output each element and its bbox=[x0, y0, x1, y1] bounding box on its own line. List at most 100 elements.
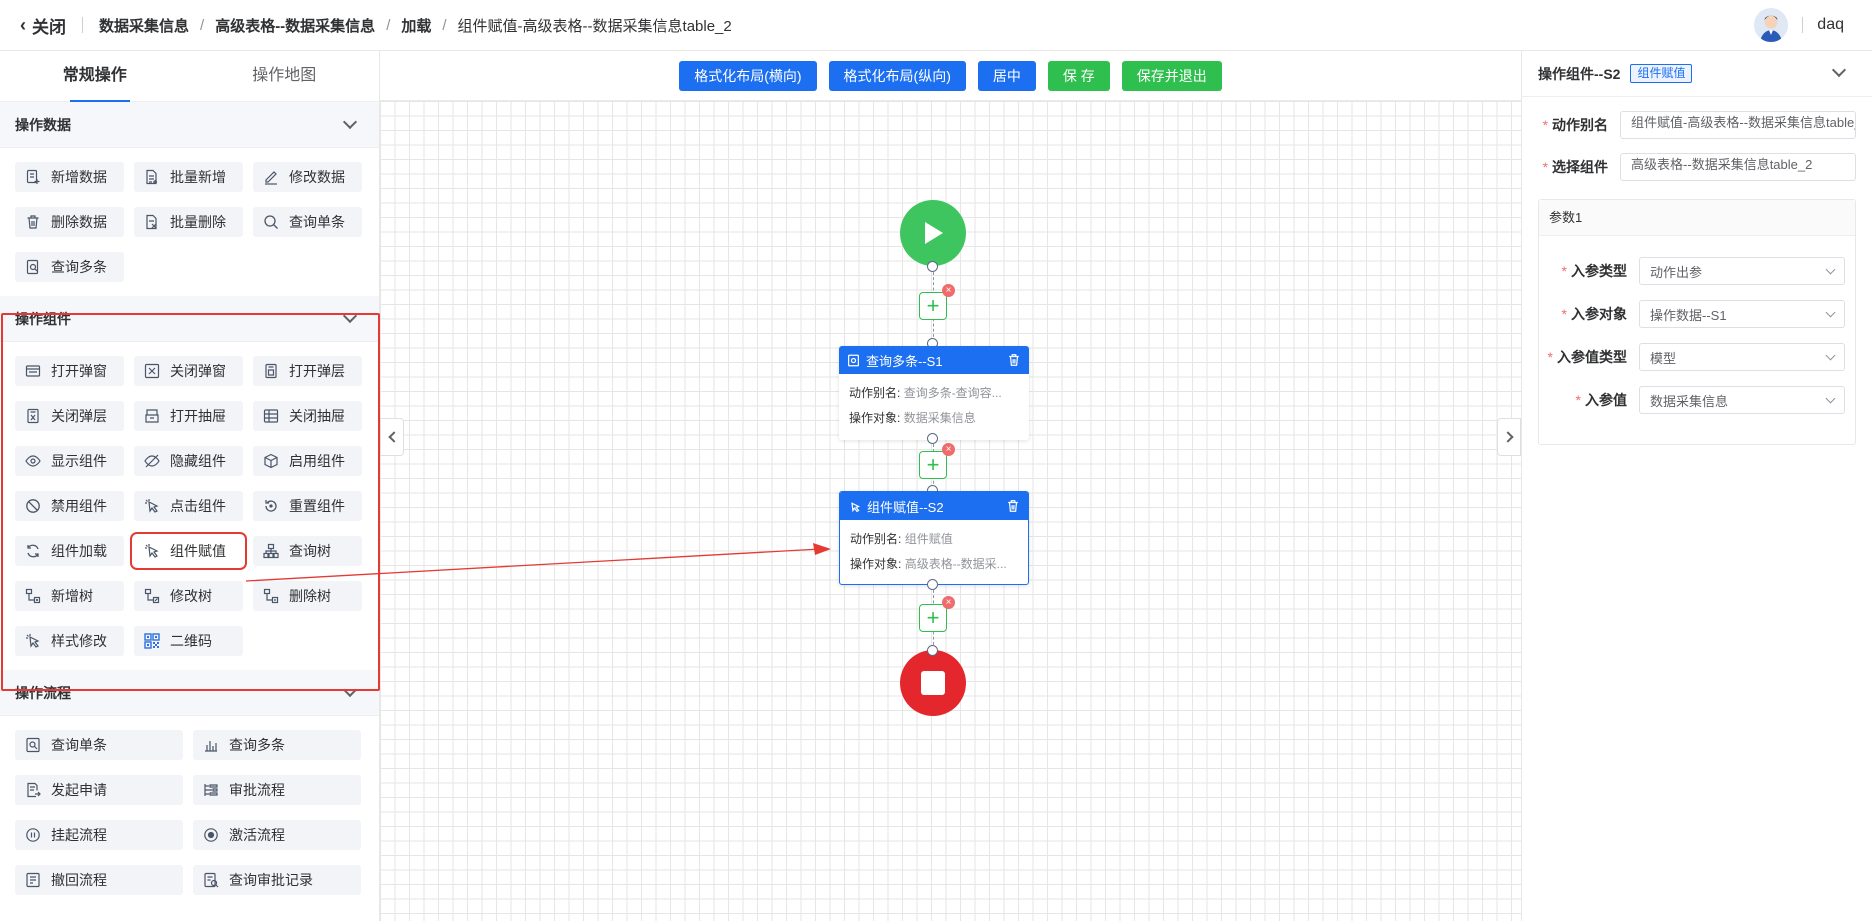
op-load-component[interactable]: 组件加载 bbox=[15, 536, 124, 566]
chevron-down-icon[interactable] bbox=[1831, 62, 1847, 78]
connector-port[interactable] bbox=[927, 645, 938, 656]
op-delete-data[interactable]: 删除数据 bbox=[15, 207, 124, 237]
section-header-flow[interactable]: 操作流程 bbox=[0, 670, 379, 716]
connector-port[interactable] bbox=[927, 261, 938, 272]
op-withdraw-flow[interactable]: 撤回流程 bbox=[15, 865, 183, 895]
op-qrcode[interactable]: 二维码 bbox=[134, 626, 243, 656]
op-close-dialog[interactable]: 关闭弹窗 bbox=[134, 356, 243, 386]
op-start-application[interactable]: 发起申请 bbox=[15, 775, 183, 805]
op-add-data[interactable]: 新增数据 bbox=[15, 162, 124, 192]
param-value-type-select[interactable]: 模型 bbox=[1639, 343, 1845, 371]
chevron-down-icon bbox=[1825, 264, 1836, 274]
trash-icon[interactable] bbox=[1007, 353, 1021, 367]
remove-link-icon[interactable]: × bbox=[942, 443, 955, 456]
op-flow-query-single[interactable]: 查询单条 bbox=[15, 730, 183, 760]
op-edit-data[interactable]: 修改数据 bbox=[253, 162, 362, 192]
op-delete-tree[interactable]: 删除树 bbox=[253, 581, 362, 611]
avatar[interactable] bbox=[1754, 8, 1789, 42]
flow-node-card-selected[interactable]: 组件赋值--S2 动作别名: 组件赋值 操作对象: 高级表格--数据采... bbox=[839, 491, 1029, 585]
collapse-left-panel-button[interactable] bbox=[380, 418, 404, 456]
op-query-multi[interactable]: 查询多条 bbox=[15, 252, 124, 282]
op-reset-component[interactable]: 重置组件 bbox=[253, 491, 362, 521]
op-query-tree[interactable]: 查询树 bbox=[253, 536, 362, 566]
param-value-select[interactable]: 数据采集信息 bbox=[1639, 386, 1845, 414]
op-open-dialog[interactable]: 打开弹窗 bbox=[15, 356, 124, 386]
eye-icon bbox=[25, 455, 41, 467]
format-vertical-button[interactable]: 格式化布局(纵向) bbox=[828, 60, 966, 91]
document-list-icon bbox=[146, 169, 157, 185]
alias-input[interactable]: 组件赋值-高级表格--数据采集信息table_2 bbox=[1620, 111, 1856, 139]
search-icon bbox=[264, 215, 278, 229]
top-header: ‹ 关闭 数据采集信息 / 高级表格--数据采集信息 / 加载 / 组件赋值-高… bbox=[0, 0, 1872, 51]
section-header-component[interactable]: 操作组件 bbox=[0, 296, 379, 342]
op-query-approval-records[interactable]: 查询审批记录 bbox=[193, 865, 361, 895]
node-body: 动作别名: 查询多条-查询容... 操作对象: 数据采集信息 bbox=[839, 374, 1029, 438]
op-open-drawer[interactable]: 打开抽屉 bbox=[134, 401, 243, 431]
op-enable-component[interactable]: 启用组件 bbox=[253, 446, 362, 476]
breadcrumb-separator: / bbox=[442, 16, 447, 34]
op-hide-component[interactable]: 隐藏组件 bbox=[134, 446, 243, 476]
flow-node-card[interactable]: 查询多条--S1 动作别名: 查询多条-查询容... 操作对象: 数据采集信息 bbox=[839, 346, 1029, 440]
format-horizontal-button[interactable]: 格式化布局(横向) bbox=[679, 60, 817, 91]
op-show-component[interactable]: 显示组件 bbox=[15, 446, 124, 476]
node-field-value: 查询多条-查询容... bbox=[903, 386, 1002, 400]
op-flow-query-multi[interactable]: 查询多条 bbox=[193, 730, 361, 760]
close-button[interactable]: ‹ 关闭 bbox=[20, 13, 66, 38]
node-title: 组件赋值--S2 bbox=[867, 499, 944, 515]
op-batch-add[interactable]: 批量新增 bbox=[134, 162, 243, 192]
save-exit-button[interactable]: 保存并退出 bbox=[1121, 60, 1222, 91]
document-search-icon bbox=[26, 737, 40, 753]
save-button[interactable]: 保 存 bbox=[1047, 60, 1110, 91]
user-menu[interactable]: daq bbox=[1754, 8, 1844, 42]
op-activate-flow[interactable]: 激活流程 bbox=[193, 820, 361, 850]
op-approve-flow[interactable]: 审批流程 bbox=[193, 775, 361, 805]
flow-end-node[interactable] bbox=[900, 650, 966, 716]
qrcode-icon bbox=[144, 633, 160, 649]
op-edit-tree[interactable]: 修改树 bbox=[134, 581, 243, 611]
flow-canvas[interactable]: 格式化布局(横向) 格式化布局(纵向) 居中 保 存 保存并退出 + × 查询多… bbox=[380, 51, 1521, 921]
tab-common-operations[interactable]: 常规操作 bbox=[0, 51, 190, 101]
op-click-component[interactable]: 点击组件 bbox=[134, 491, 243, 521]
play-icon bbox=[925, 222, 943, 244]
bar-chart-icon bbox=[205, 741, 217, 752]
breadcrumb-item-2[interactable]: 高级表格--数据采集信息 bbox=[215, 15, 375, 36]
center-button[interactable]: 居中 bbox=[977, 60, 1036, 91]
trash-icon[interactable] bbox=[1006, 499, 1020, 513]
breadcrumb-item-1[interactable]: 数据采集信息 bbox=[99, 15, 189, 36]
chevron-down-icon bbox=[1825, 307, 1836, 317]
add-step-button[interactable]: + bbox=[919, 292, 947, 320]
remove-link-icon[interactable]: × bbox=[942, 596, 955, 609]
op-add-tree[interactable]: 新增树 bbox=[15, 581, 124, 611]
param-object-select[interactable]: 操作数据--S1 bbox=[1639, 300, 1845, 328]
form-label: * 动作别名 bbox=[1542, 117, 1609, 133]
section-header-data[interactable]: 操作数据 bbox=[0, 102, 379, 148]
connector-port[interactable] bbox=[927, 433, 938, 444]
param-label: * 入参值 bbox=[1575, 392, 1627, 408]
op-assign-component[interactable]: 组件赋值 bbox=[130, 532, 247, 570]
document-remove-icon bbox=[146, 214, 157, 230]
form-row-alias: * 动作别名 组件赋值-高级表格--数据采集信息table_2 bbox=[1538, 111, 1856, 139]
op-close-drawer[interactable]: 关闭抽屉 bbox=[253, 401, 362, 431]
param-type-select[interactable]: 动作出参 bbox=[1639, 257, 1845, 285]
op-open-layer[interactable]: 打开弹层 bbox=[253, 356, 362, 386]
breadcrumb-item-3[interactable]: 加载 bbox=[401, 15, 431, 36]
op-batch-delete[interactable]: 批量删除 bbox=[134, 207, 243, 237]
user-divider bbox=[1802, 17, 1804, 33]
component-input[interactable]: 高级表格--数据采集信息table_2 bbox=[1620, 153, 1856, 181]
op-suspend-flow[interactable]: 挂起流程 bbox=[15, 820, 183, 850]
username: daq bbox=[1817, 16, 1844, 33]
op-query-single[interactable]: 查询单条 bbox=[253, 207, 362, 237]
remove-link-icon[interactable]: × bbox=[942, 284, 955, 297]
add-step-button[interactable]: + bbox=[919, 451, 947, 479]
flow-start-node[interactable] bbox=[900, 200, 966, 266]
op-close-layer[interactable]: 关闭弹层 bbox=[15, 401, 124, 431]
collapse-right-panel-button[interactable] bbox=[1497, 418, 1521, 456]
op-style-modify[interactable]: 样式修改 bbox=[15, 626, 124, 656]
connector-port[interactable] bbox=[927, 579, 938, 590]
tab-operation-map[interactable]: 操作地图 bbox=[190, 51, 380, 101]
param-row-value: * 入参值 数据采集信息 bbox=[1539, 386, 1855, 414]
op-disable-component[interactable]: 禁用组件 bbox=[15, 491, 124, 521]
canvas-toolbar: 格式化布局(横向) 格式化布局(纵向) 居中 保 存 保存并退出 bbox=[380, 51, 1521, 101]
document-send-icon bbox=[27, 782, 41, 798]
add-step-button[interactable]: + bbox=[919, 604, 947, 632]
